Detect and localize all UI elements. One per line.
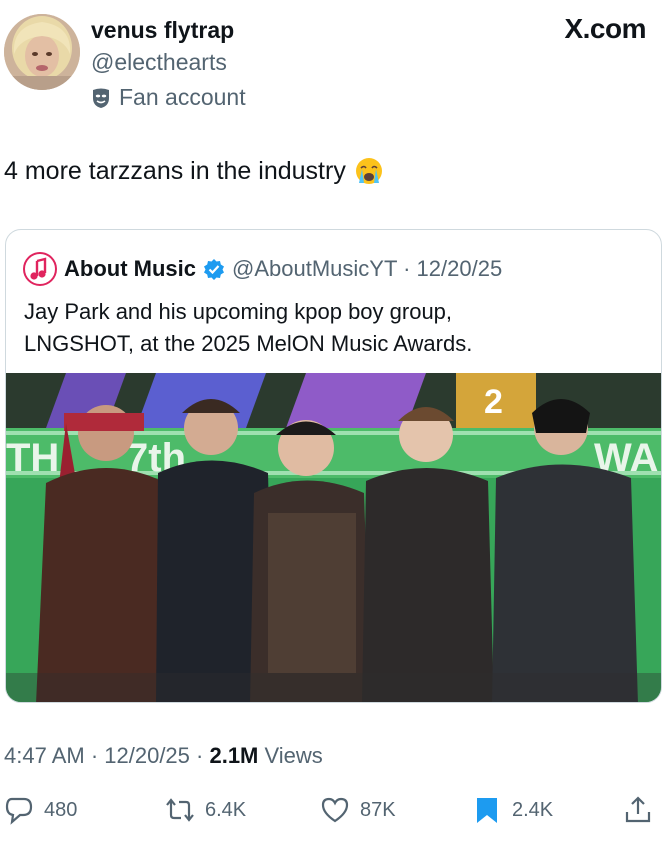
brand-label: X.com — [564, 13, 646, 44]
photo-sign-left: TH — [6, 436, 59, 480]
author-avatar[interactable] — [4, 14, 80, 90]
reply-button[interactable]: 480 — [4, 795, 77, 825]
quote-author-name[interactable]: About Music — [64, 256, 196, 282]
reply-icon — [5, 797, 33, 825]
quote-handle-date: @AboutMusicYT · 12/20/25 — [232, 256, 503, 281]
repost-count: 6.4K — [205, 798, 247, 821]
quoted-tweet[interactable]: About Music @AboutMusicYT · 12/20/25 Jay… — [5, 229, 662, 703]
quote-text-line: Jay Park and his upcoming kpop boy group… — [24, 299, 453, 324]
repost-icon — [166, 798, 194, 822]
bookmark-icon — [477, 798, 497, 823]
views-label: Views — [258, 743, 323, 768]
reply-count: 480 — [44, 798, 78, 821]
views-count: 2.1M — [209, 743, 259, 768]
quote-avatar-music-note-icon[interactable] — [23, 252, 57, 286]
quote-text: Jay Park and his upcoming kpop boy group… — [24, 296, 644, 360]
crying-face-emoji-icon — [355, 158, 382, 184]
like-button[interactable]: 87K — [320, 795, 396, 825]
quote-text-line: LNGSHOT, at the 2025 MelON Music Awards. — [24, 331, 473, 356]
photo-sign-num: 2 — [484, 383, 503, 421]
share-icon — [625, 796, 651, 823]
badge-label: Fan account — [119, 84, 246, 110]
timestamp-date: 4:47 AM · 12/20/25 · — [4, 743, 210, 768]
tweet-header: venus flytrap @electhearts Fan account X… — [0, 0, 664, 120]
author-display-name[interactable]: venus flytrap — [91, 17, 234, 44]
bookmark-button[interactable]: 2.4K — [472, 795, 553, 825]
repost-button[interactable]: 6.4K — [165, 795, 246, 825]
heart-icon — [321, 797, 349, 823]
bookmark-count: 2.4K — [512, 798, 554, 821]
like-count: 87K — [360, 798, 396, 821]
verified-badge-icon — [204, 259, 224, 280]
author-handle[interactable]: @electhearts — [91, 49, 227, 76]
tweet-text: 4 more tarzzans in the industry — [4, 156, 346, 185]
tweet-body: 4 more tarzzans in the industry — [4, 156, 384, 186]
quote-photo[interactable]: TH 7th WAR 2 — [6, 373, 661, 702]
fan-account-badge: Fan account — [91, 84, 246, 111]
action-bar: 480 6.4K 87K 2.4K — [0, 795, 664, 835]
mask-icon — [93, 88, 109, 108]
quote-header: About Music @AboutMusicYT · 12/20/25 — [23, 252, 502, 286]
tweet-timestamp[interactable]: 4:47 AM · 12/20/25 · 2.1M Views — [4, 743, 323, 769]
share-button[interactable] — [623, 795, 653, 825]
